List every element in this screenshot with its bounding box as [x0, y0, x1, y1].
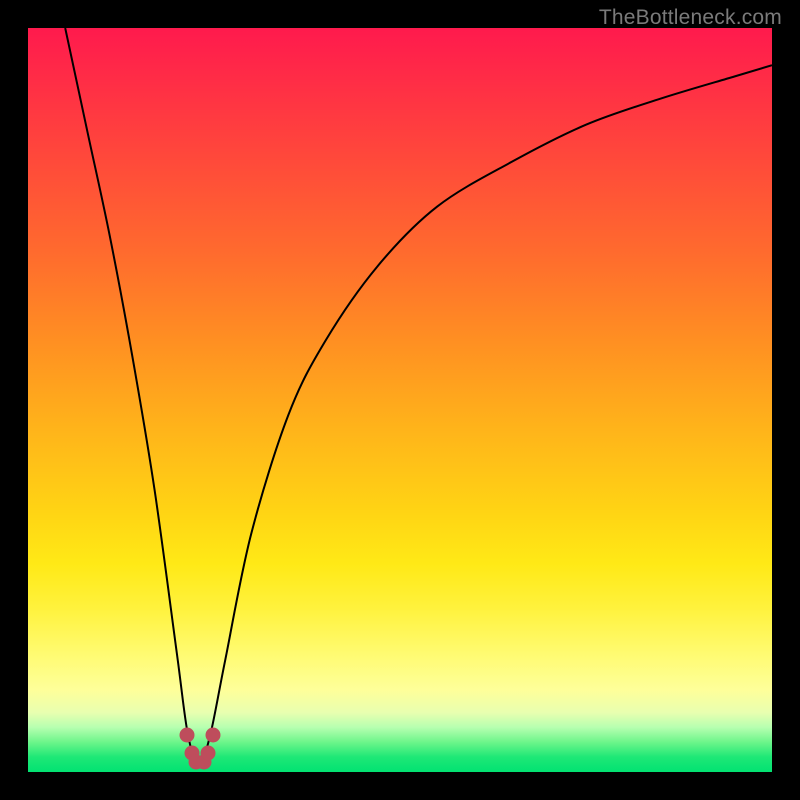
watermark-text: TheBottleneck.com: [599, 6, 782, 30]
minimum-marker: [180, 727, 195, 742]
minimum-marker: [201, 746, 216, 761]
bottleneck-curve: [28, 28, 772, 772]
minimum-marker: [206, 727, 221, 742]
